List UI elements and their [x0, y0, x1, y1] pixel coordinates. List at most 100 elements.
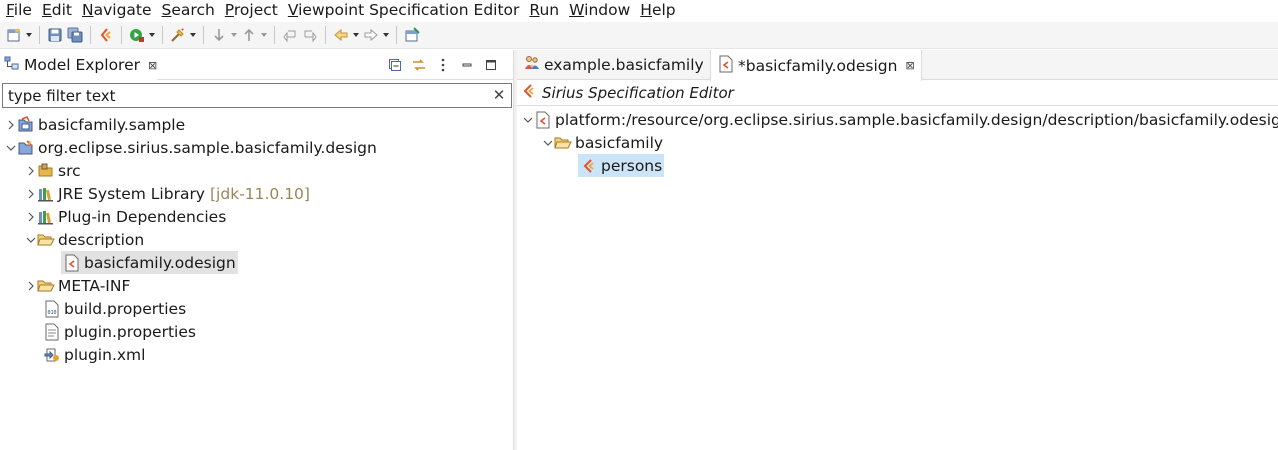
chevron-down-icon[interactable]	[522, 108, 534, 131]
tree-item-label: description	[58, 230, 145, 249]
forward-dropdown[interactable]	[381, 25, 391, 45]
close-icon[interactable]: ⊠	[148, 59, 157, 72]
menu-viewpoint-specification-editor[interactable]: Viewpoint Specification Editor	[283, 0, 525, 22]
minimize-icon[interactable]	[457, 55, 477, 75]
menu-bar: File Edit Navigate Search Project Viewpo…	[0, 0, 1278, 22]
toolbar-separator	[90, 26, 91, 44]
chevron-down-icon[interactable]	[5, 136, 17, 159]
menu-file[interactable]: File	[0, 0, 37, 22]
tab-model-explorer[interactable]: Model Explorer ⊠	[0, 50, 158, 80]
editor-header-title: Sirius Specification Editor	[542, 84, 734, 102]
menu-help[interactable]: Help	[635, 0, 680, 22]
tree-item-persons[interactable]: persons	[578, 154, 665, 177]
chevron-right-icon[interactable]	[5, 113, 17, 136]
odesign-file-icon	[63, 254, 81, 272]
tree-item-label: basicfamily	[575, 133, 664, 152]
tree-item-plugin-dependencies[interactable]: Plug-in Dependencies	[25, 205, 226, 228]
library-icon	[37, 185, 55, 203]
tree-item-description[interactable]: description	[25, 228, 144, 251]
menu-navigate[interactable]: Navigate	[77, 0, 157, 22]
back-dropdown[interactable]	[351, 25, 361, 45]
skip-breakpoints-icon[interactable]	[209, 25, 229, 45]
toolbar-separator	[162, 26, 163, 44]
chevron-down-icon[interactable]	[542, 131, 554, 154]
filter-input[interactable]	[3, 84, 473, 107]
debug-icon[interactable]	[168, 25, 188, 45]
modeling-project-icon	[17, 115, 35, 134]
odesign-file-icon	[534, 111, 552, 129]
tree-item-label: org.eclipse.sirius.sample.basicfamily.de…	[38, 138, 377, 157]
forward-icon[interactable]	[361, 25, 381, 45]
next-annotation-icon[interactable]	[239, 25, 259, 45]
tree-item-design-project[interactable]: org.eclipse.sirius.sample.basicfamily.de…	[5, 136, 377, 159]
toolbar-separator	[39, 26, 40, 44]
chevron-right-icon[interactable]	[25, 182, 37, 205]
close-icon[interactable]: ⊠	[905, 59, 914, 72]
tree-item-jre-system-library[interactable]: JRE System Library [jdk-11.0.10]	[25, 182, 310, 205]
save-all-icon[interactable]	[65, 25, 85, 45]
model-explorer-title: Model Explorer	[24, 56, 141, 74]
collapse-all-icon[interactable]	[385, 55, 405, 75]
toolbar-separator	[121, 26, 122, 44]
tab-label: *basicfamily.odesign	[738, 56, 898, 75]
properties-file-icon: 010	[43, 300, 61, 318]
tab-example-basicfamily[interactable]: example.basicfamily	[517, 50, 710, 80]
viewpoint-icon	[580, 157, 598, 175]
chevron-down-icon[interactable]	[25, 228, 37, 251]
source-folder-icon	[37, 162, 55, 180]
tree-item-label: basicfamily.odesign	[84, 253, 236, 272]
new-wizard-icon[interactable]	[4, 25, 24, 45]
model-explorer-view: Model Explorer ⊠ ✕	[0, 50, 513, 450]
menu-run[interactable]: Run	[524, 0, 564, 22]
debug-dropdown[interactable]	[188, 25, 198, 45]
chevron-right-icon[interactable]	[25, 159, 37, 182]
back-icon[interactable]	[331, 25, 351, 45]
tree-item-basicfamily-sample[interactable]: basicfamily.sample	[5, 113, 185, 136]
main-toolbar	[0, 22, 1278, 49]
menu-edit[interactable]: Edit	[37, 0, 77, 22]
tab-basicfamily-odesign[interactable]: *basicfamily.odesign ⊠	[710, 50, 922, 81]
previous-annotation-icon[interactable]	[280, 25, 300, 45]
run-dropdown[interactable]	[147, 25, 157, 45]
new-wizard-dropdown[interactable]	[24, 25, 34, 45]
tree-item-basicfamily-odesign[interactable]: basicfamily.odesign	[61, 251, 238, 274]
folder-icon	[37, 277, 55, 295]
editor-area: example.basicfamily *basicfamily.odesign…	[517, 50, 1278, 450]
run-icon[interactable]	[127, 25, 147, 45]
next-annotation-dropdown[interactable]	[259, 25, 269, 45]
toolbar-separator	[274, 26, 275, 44]
svg-text:010: 010	[48, 310, 57, 316]
skip-breakpoints-dropdown[interactable]	[229, 25, 239, 45]
selection-highlight: persons	[578, 154, 665, 177]
menu-window[interactable]: Window	[564, 0, 635, 22]
tree-item-basicfamily-group[interactable]: basicfamily	[542, 131, 663, 154]
tree-item-src[interactable]: src	[25, 159, 81, 182]
pin-editor-icon[interactable]	[402, 25, 422, 45]
odesign-file-icon	[717, 55, 735, 77]
tab-label: example.basicfamily	[544, 56, 704, 74]
menu-project[interactable]: Project	[220, 0, 283, 22]
sirius-refresh-icon[interactable]	[96, 25, 116, 45]
tree-item-resource-root[interactable]: platform:/resource/org.eclipse.sirius.sa…	[522, 108, 1278, 131]
tree-item-build-properties[interactable]: 010 build.properties	[43, 297, 186, 320]
clear-filter-icon[interactable]: ✕	[491, 87, 507, 103]
menu-search[interactable]: Search	[157, 0, 220, 22]
chevron-right-icon[interactable]	[25, 205, 37, 228]
model-explorer-tabbar: Model Explorer ⊠	[0, 50, 513, 80]
link-with-editor-icon[interactable]	[409, 55, 429, 75]
tree-item-label: persons	[601, 156, 663, 175]
view-menu-icon[interactable]	[433, 55, 453, 75]
selection-highlight: basicfamily.odesign	[61, 251, 238, 274]
last-edit-icon[interactable]	[300, 25, 320, 45]
tree-item-plugin-xml[interactable]: plugin.xml	[43, 343, 145, 366]
tree-item-plugin-properties[interactable]: plugin.properties	[43, 320, 196, 343]
maximize-icon[interactable]	[481, 55, 501, 75]
tree-item-meta-inf[interactable]: META-INF	[25, 274, 130, 297]
save-icon[interactable]	[45, 25, 65, 45]
sirius-icon	[521, 83, 537, 103]
tree-item-label: src	[58, 161, 81, 180]
tree-item-label: META-INF	[58, 276, 131, 295]
toolbar-separator	[203, 26, 204, 44]
toolbar-separator	[325, 26, 326, 44]
chevron-right-icon[interactable]	[25, 274, 37, 297]
